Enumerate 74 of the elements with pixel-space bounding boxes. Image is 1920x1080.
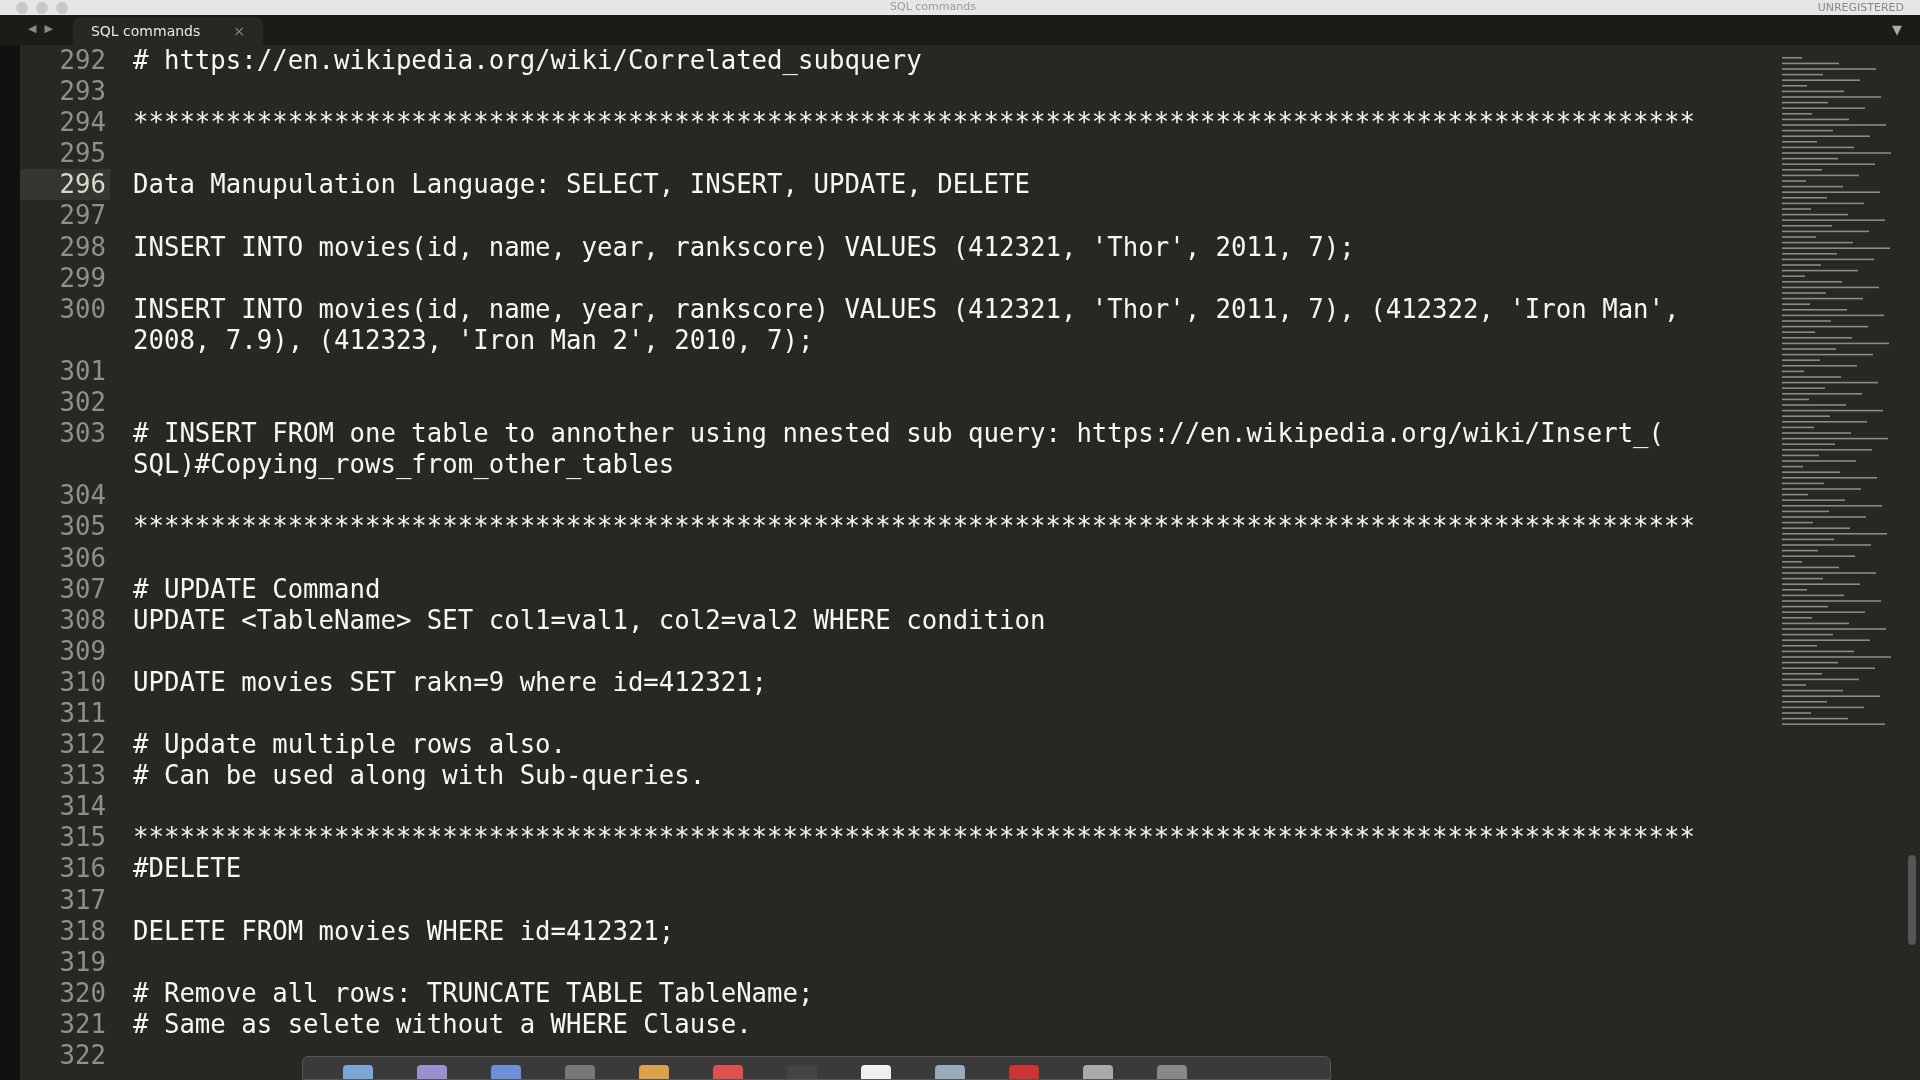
app-icon[interactable]	[1083, 1065, 1113, 1079]
code-line: # INSERT FROM one table to annother using nnested sub query: https://en.wikipedia.org/wiki/Insert_(	[133, 418, 1665, 450]
code-line: # Update multiple rows also.	[133, 729, 567, 761]
code-line: INSERT INTO movies(id, name, year, rankscore) VALUES (412321, 'Thor', 2011, 7);	[133, 231, 1355, 263]
line-number: 316	[58, 853, 107, 885]
line-number: 314	[58, 791, 107, 823]
dropdown-arrow-icon[interactable]: ▼	[1892, 19, 1902, 39]
code-line: UPDATE movies SET rakn=9 where id=412321;	[133, 666, 768, 698]
line-number: 306	[58, 542, 107, 574]
code-line: #DELETE	[133, 853, 242, 885]
line-number: 296	[20, 169, 110, 201]
line-number: 295	[58, 138, 107, 170]
line-number: 294	[58, 107, 107, 139]
line-number: 321	[58, 1008, 107, 1040]
line-number: 293	[58, 76, 107, 108]
line-number: 320	[58, 977, 107, 1009]
license-label: UNREGISTERED	[1817, 1, 1904, 15]
line-number: 315	[58, 822, 107, 854]
app-icon[interactable]	[1009, 1065, 1039, 1079]
tab-label: SQL commands	[90, 21, 201, 41]
line-number: 307	[58, 573, 107, 605]
app-icon[interactable]	[491, 1065, 521, 1079]
app-icon[interactable]	[417, 1065, 447, 1079]
code-line: # Same as selete without a WHERE Clause.	[133, 1008, 752, 1040]
code-line: *****************************************************************************************************	[133, 511, 1695, 543]
code-line: # https://en.wikipedia.org/wiki/Correlated_subquery	[133, 45, 922, 77]
code-line: INSERT INTO movies(id, name, year, rankscore) VALUES (412321, 'Thor', 2011, 7), (412322, 'Iron Man',	[133, 293, 1680, 325]
tab-close-button[interactable]: ×	[233, 20, 245, 42]
line-number: 302	[58, 387, 107, 419]
window-control-icon[interactable]	[16, 1, 28, 14]
line-number: 310	[58, 666, 107, 698]
line-number: 322	[58, 1040, 107, 1072]
back-arrow-icon[interactable]: ◀	[28, 20, 37, 37]
code-line: DELETE FROM movies WHERE id=412321;	[133, 915, 675, 947]
line-number: 309	[58, 635, 107, 667]
editor-tab[interactable]: SQL commands ×	[72, 17, 263, 45]
line-number: 318	[58, 915, 107, 947]
line-number: 303	[58, 418, 107, 450]
line-number: 304	[58, 480, 107, 512]
app-icon[interactable]	[1157, 1065, 1187, 1079]
line-number: 305	[58, 511, 107, 543]
window-control-icon[interactable]	[36, 1, 48, 14]
app-icon[interactable]	[713, 1065, 743, 1079]
forward-arrow-icon[interactable]: ▶	[44, 20, 53, 37]
line-number: 311	[58, 697, 107, 730]
line-number: 312	[58, 729, 107, 761]
code-line: SQL)#Copying_rows_from_other_tables	[133, 449, 676, 481]
line-number: 299	[58, 262, 107, 294]
window-control-icon[interactable]	[56, 1, 68, 14]
app-icon[interactable]	[861, 1065, 891, 1079]
line-number: 319	[58, 946, 107, 978]
code-line: # Remove all rows: TRUNCATE TABLE TableName;	[133, 977, 814, 1009]
line-number: 313	[58, 760, 107, 792]
line-number: 298	[58, 231, 107, 263]
line-number: 297	[58, 200, 107, 232]
code-line: *****************************************************************************************************	[133, 107, 1695, 139]
app-icon[interactable]	[935, 1065, 965, 1079]
code-line: 2008, 7.9), (412323, 'Iron Man 2', 2010, 7);	[133, 324, 815, 356]
app-icon[interactable]	[565, 1065, 595, 1079]
scrollbar-thumb[interactable]	[1908, 855, 1916, 945]
app-icon[interactable]	[639, 1065, 669, 1079]
code-line: UPDATE <TableName> SET col1=val1, col2=val2 WHERE condition	[133, 604, 1046, 636]
window-title: SQL commands	[890, 0, 976, 14]
line-number: 317	[58, 884, 107, 916]
code-line: Data Manupulation Language: SELECT, INSERT, UPDATE, DELETE	[133, 169, 1030, 201]
code-line: # Can be used along with Sub-queries.	[133, 760, 706, 792]
line-number: 300	[58, 293, 107, 325]
code-line: *****************************************************************************************************	[133, 822, 1695, 854]
line-number: 292	[58, 45, 107, 77]
app-icon[interactable]	[787, 1065, 817, 1079]
app-icon[interactable]	[343, 1065, 373, 1079]
line-number: 301	[58, 355, 107, 388]
line-number: 308	[58, 604, 107, 636]
code-line: # UPDATE Command	[133, 573, 381, 605]
